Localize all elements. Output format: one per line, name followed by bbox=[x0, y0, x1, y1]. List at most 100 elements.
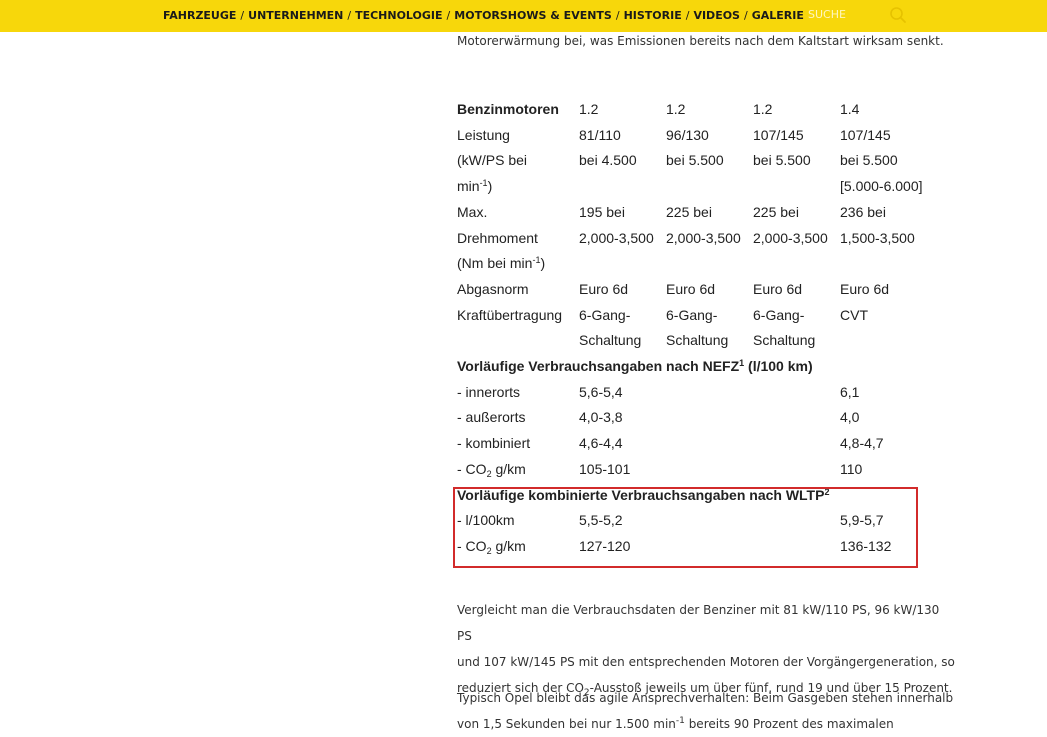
row-label: (kW/PS bei bbox=[457, 152, 528, 169]
nav-separator: / bbox=[743, 9, 748, 22]
nav-separator: / bbox=[615, 9, 620, 22]
row-label: min-1) bbox=[457, 174, 579, 200]
table-cell bbox=[753, 405, 840, 431]
table-cell: 6-Gang- bbox=[666, 306, 718, 323]
table-row-section-nefz: Vorläufige Verbrauchsangaben nach NEFZ1 … bbox=[457, 354, 926, 380]
table-cell: Euro 6d bbox=[579, 280, 629, 297]
table-cell: 5,6-5,4 bbox=[579, 383, 623, 400]
table-cell bbox=[840, 328, 926, 354]
table-cell: 4,8-4,7 bbox=[840, 435, 884, 452]
table-cell: 2,000-3,500 bbox=[666, 229, 741, 246]
table-cell: 6,1 bbox=[840, 383, 860, 400]
table-cell: Euro 6d bbox=[840, 280, 890, 297]
table-row: Drehmoment 2,000-3,500 2,000-3,500 2,000… bbox=[457, 226, 926, 252]
label-part: - CO bbox=[457, 460, 487, 477]
intro-text: Motorerwärmung bei, was Emissionen berei… bbox=[457, 34, 944, 48]
table-cell bbox=[753, 380, 840, 406]
superscript: -1 bbox=[675, 716, 685, 726]
table-cell: 107/145 bbox=[840, 126, 891, 143]
table-cell: bei 5.500 bbox=[666, 152, 724, 169]
top-navigation-bar: FAHRZEUGE / UNTERNEHMEN / TECHNOLOGIE / MOTORS… bbox=[0, 0, 1047, 32]
row-label: - CO2 g/km bbox=[457, 457, 579, 483]
table-cell: [5.000-6.000] bbox=[840, 178, 923, 195]
row-label: - kombiniert bbox=[457, 435, 531, 452]
table-cell bbox=[753, 431, 840, 457]
table-cell bbox=[666, 431, 753, 457]
row-label: - innerorts bbox=[457, 383, 521, 400]
table-cell bbox=[753, 457, 840, 483]
table-row: Leistung 81/110 96/130 107/145 107/145 bbox=[457, 123, 926, 149]
table-row: Abgasnorm Euro 6d Euro 6d Euro 6d Euro 6… bbox=[457, 277, 926, 303]
table-row: (kW/PS bei bei 4.500 bei 5.500 bei 5.500… bbox=[457, 148, 926, 174]
table-cell: 110 bbox=[840, 460, 863, 477]
table-row: Schaltung Schaltung Schaltung bbox=[457, 328, 926, 354]
nav-separator: / bbox=[685, 9, 690, 22]
table-row: min-1) [5.000-6.000] bbox=[457, 174, 926, 200]
nav-item-motorshows-events[interactable]: MOTORSHOWS & EVENTS bbox=[454, 9, 612, 22]
main-nav: FAHRZEUGE / UNTERNEHMEN / TECHNOLOGIE / MOTORS… bbox=[163, 9, 804, 22]
row-label: Drehmoment bbox=[457, 229, 538, 246]
paragraph-line: und 107 kW/145 PS mit den entsprechenden… bbox=[457, 655, 955, 669]
table-cell: 2,000-3,500 bbox=[579, 229, 654, 246]
paragraph-response: Typisch Opel bleibt das agile Ansprechve… bbox=[457, 685, 957, 737]
nav-separator: / bbox=[446, 9, 451, 22]
paragraph-line: Vergleicht man die Verbrauchsdaten der B… bbox=[457, 603, 940, 643]
nav-item-galerie[interactable]: GALERIE bbox=[752, 9, 804, 22]
label-part: min bbox=[457, 178, 480, 195]
table-row: - CO2 g/km 105-101 110 bbox=[457, 457, 926, 483]
paragraph-line: Typisch Opel bleibt das agile Ansprechve… bbox=[457, 691, 954, 705]
nav-item-historie[interactable]: HISTORIE bbox=[624, 9, 682, 22]
table-cell: 225 bei bbox=[753, 203, 799, 220]
table-row: Max. 195 bei 225 bei 225 bei 236 bei bbox=[457, 200, 926, 226]
table-cell bbox=[666, 457, 753, 483]
table-cell: 105-101 bbox=[579, 460, 631, 477]
row-label bbox=[457, 328, 579, 354]
row-label: Kraftübertragung bbox=[457, 306, 563, 323]
table-cell: 4,0-3,8 bbox=[579, 409, 623, 426]
engine-col-3: 1.2 bbox=[753, 101, 773, 117]
table-cell: 96/130 bbox=[666, 126, 709, 143]
row-label: (Nm bei min-1) bbox=[457, 251, 926, 277]
section-title-nefz: Vorläufige Verbrauchsangaben nach NEFZ1 … bbox=[457, 354, 926, 380]
row-label: Max. bbox=[457, 203, 488, 220]
title-part: Vorläufige Verbrauchsangaben nach NEFZ bbox=[457, 358, 740, 375]
engine-col-1: 1.2 bbox=[579, 101, 599, 117]
table-cell: Schaltung bbox=[753, 332, 816, 349]
table-cell: Schaltung bbox=[579, 332, 642, 349]
row-label: Abgasnorm bbox=[457, 280, 529, 297]
engine-col-4: 1.4 bbox=[840, 101, 860, 117]
label-part: g/km bbox=[491, 460, 526, 477]
table-cell: bei 4.500 bbox=[579, 152, 637, 169]
table-row: (Nm bei min-1) bbox=[457, 251, 926, 277]
search-input[interactable]: SUCHE bbox=[808, 8, 846, 21]
nav-item-videos[interactable]: VIDEOS bbox=[693, 9, 740, 22]
table-cell: 6-Gang- bbox=[753, 306, 805, 323]
nav-separator: / bbox=[240, 9, 245, 22]
table-row: - kombiniert 4,6-4,4 4,8-4,7 bbox=[457, 431, 926, 457]
table-cell bbox=[579, 174, 666, 200]
highlight-box bbox=[453, 487, 918, 568]
row-label: Leistung bbox=[457, 126, 510, 143]
table-cell bbox=[753, 174, 840, 200]
table-cell: 6-Gang- bbox=[579, 306, 631, 323]
table-cell bbox=[666, 174, 753, 200]
paragraph-line: von 1,5 Sekunden bei nur 1.500 min-1 ber… bbox=[457, 711, 957, 737]
search-icon[interactable] bbox=[889, 6, 907, 24]
table-cell: 236 bei bbox=[840, 203, 886, 220]
header-label: Benzinmotoren bbox=[457, 101, 559, 117]
table-row: - innerorts 5,6-5,4 6,1 bbox=[457, 380, 926, 406]
table-cell: 2,000-3,500 bbox=[753, 229, 828, 246]
table-cell: bei 5.500 bbox=[840, 152, 898, 169]
nav-item-technologie[interactable]: TECHNOLOGIE bbox=[355, 9, 442, 22]
title-part: (l/100 km) bbox=[744, 358, 813, 375]
table-cell: Schaltung bbox=[666, 332, 729, 349]
table-row: Kraftübertragung 6-Gang- 6-Gang- 6-Gang-… bbox=[457, 303, 926, 329]
label-part: ) bbox=[487, 178, 493, 195]
row-label: - außerorts bbox=[457, 409, 526, 426]
nav-item-fahrzeuge[interactable]: FAHRZEUGE bbox=[163, 9, 236, 22]
nav-item-unternehmen[interactable]: UNTERNEHMEN bbox=[248, 9, 343, 22]
table-cell: Euro 6d bbox=[753, 280, 803, 297]
table-cell: 1,500-3,500 bbox=[840, 229, 915, 246]
table-cell: Euro 6d bbox=[666, 280, 716, 297]
table-cell: 195 bei bbox=[579, 203, 625, 220]
